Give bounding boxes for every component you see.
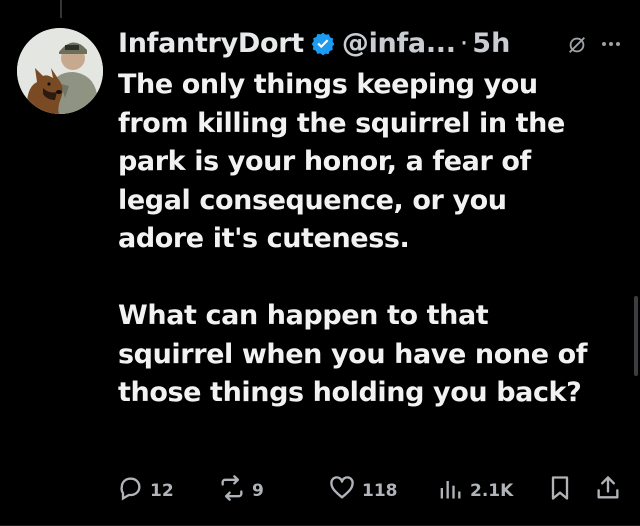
- grok-icon[interactable]: [566, 34, 588, 56]
- repost-icon: [218, 474, 246, 507]
- like-count: 118: [362, 480, 398, 501]
- thread-connector-line: [60, 0, 62, 18]
- avatar[interactable]: [17, 28, 103, 114]
- tweet-actions-bar: 12 9 118 2.1K: [112, 474, 632, 504]
- user-handle[interactable]: @infa...: [342, 26, 456, 62]
- tweet-text: The only things keeping you from killing…: [118, 69, 588, 408]
- tweet-header: InfantryDort @infa... · 5h: [118, 26, 510, 62]
- display-name[interactable]: InfantryDort: [118, 26, 304, 62]
- bookmark-icon: [546, 474, 574, 507]
- bookmark-button[interactable]: [546, 474, 574, 507]
- reply-icon: [116, 474, 144, 507]
- separator-dot: ·: [459, 28, 469, 59]
- like-button[interactable]: 118: [328, 474, 398, 507]
- views-count: 2.1K: [470, 480, 514, 501]
- reply-count: 12: [150, 480, 174, 501]
- views-icon: [436, 474, 464, 507]
- scrollbar[interactable]: [634, 296, 638, 376]
- more-options-icon[interactable]: [598, 31, 624, 57]
- share-icon: [594, 474, 622, 507]
- repost-count: 9: [252, 480, 264, 501]
- verified-badge-icon: [310, 31, 336, 57]
- views-button[interactable]: 2.1K: [436, 474, 513, 507]
- reply-button[interactable]: 12: [116, 474, 174, 507]
- heart-icon: [328, 474, 356, 507]
- tweet-timestamp[interactable]: 5h: [472, 26, 510, 62]
- avatar-image: [17, 28, 103, 114]
- repost-button[interactable]: 9: [218, 474, 264, 507]
- share-button[interactable]: [594, 474, 622, 507]
